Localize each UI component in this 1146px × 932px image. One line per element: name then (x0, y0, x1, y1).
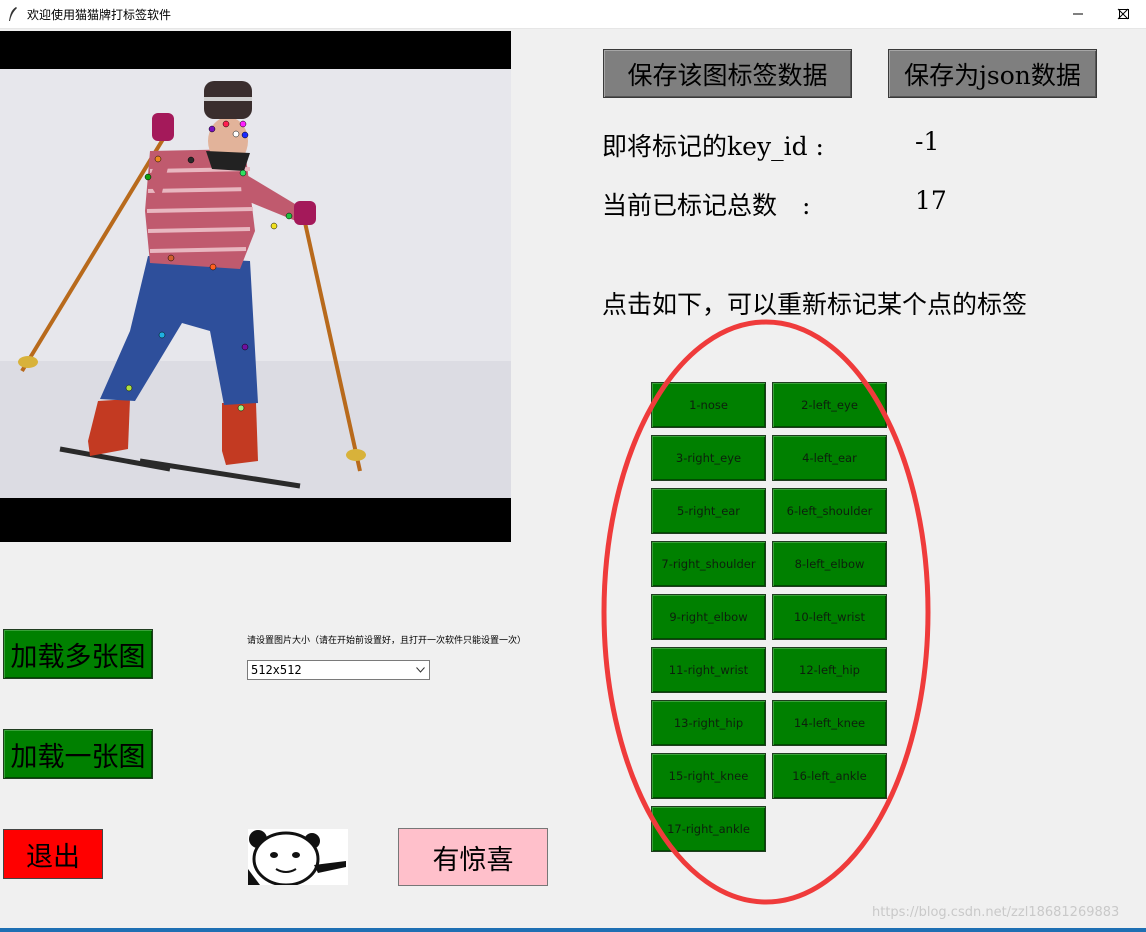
relabel-hint: 点击如下，可以重新标记某个点的标签 (602, 290, 1028, 319)
quit-button[interactable]: 退出 (3, 829, 103, 879)
skier-photo[interactable] (0, 31, 511, 542)
keypoint-button[interactable]: 16-left_ankle (772, 753, 887, 799)
keypoint-button[interactable]: 13-right_hip (651, 700, 766, 746)
panda-meme-image (248, 829, 348, 887)
keypoint-button[interactable]: 5-right_ear (651, 488, 766, 534)
load-one-image-button[interactable]: 加载一张图 (3, 729, 153, 779)
close-button[interactable] (1100, 0, 1146, 28)
image-canvas[interactable] (0, 31, 511, 542)
taskbar-edge (0, 928, 1146, 932)
image-size-select[interactable]: 512x512 (247, 660, 430, 680)
image-size-label: 请设置图片大小（请在开始前设置好，且打开一次软件只能设置一次） (247, 636, 527, 646)
chevron-down-icon (416, 667, 425, 673)
total-count-label: 当前已标记总数 : (602, 191, 811, 220)
key-id-label: 即将标记的key_id : (602, 132, 824, 161)
keypoint-button[interactable]: 10-left_wrist (772, 594, 887, 640)
keypoint-button[interactable]: 15-right_knee (651, 753, 766, 799)
keypoint-button[interactable]: 2-left_eye (772, 382, 887, 428)
title-bar: 欢迎使用猫猫牌打标签软件 (0, 0, 1146, 29)
minimize-icon (1073, 13, 1083, 15)
keypoint-button[interactable]: 17-right_ankle (651, 806, 766, 852)
surprise-button[interactable]: 有惊喜 (398, 828, 548, 886)
keypoint-button[interactable]: 9-right_elbow (651, 594, 766, 640)
image-size-selected: 512x512 (251, 663, 302, 677)
keypoint-button[interactable]: 3-right_eye (651, 435, 766, 481)
keypoint-button[interactable]: 11-right_wrist (651, 647, 766, 693)
keypoint-button[interactable]: 8-left_elbow (772, 541, 887, 587)
feather-icon (8, 6, 18, 22)
minimize-button[interactable] (1055, 0, 1101, 28)
keypoint-button[interactable]: 12-left_hip (772, 647, 887, 693)
window-title: 欢迎使用猫猫牌打标签软件 (27, 8, 172, 22)
keypoint-button[interactable]: 14-left_knee (772, 700, 887, 746)
keypoint-button[interactable]: 4-left_ear (772, 435, 887, 481)
key-id-value: -1 (915, 127, 940, 156)
close-icon (1117, 8, 1129, 20)
keypoint-button[interactable]: 7-right_shoulder (651, 541, 766, 587)
keypoint-button[interactable]: 6-left_shoulder (772, 488, 887, 534)
save-labels-button[interactable]: 保存该图标签数据 (603, 49, 852, 98)
keypoint-button[interactable]: 1-nose (651, 382, 766, 428)
watermark-text: https://blog.csdn.net/zzl18681269883 (872, 905, 1120, 920)
load-multiple-images-button[interactable]: 加载多张图 (3, 629, 153, 679)
save-json-button[interactable]: 保存为json数据 (888, 49, 1097, 98)
total-count-value: 17 (915, 186, 947, 215)
